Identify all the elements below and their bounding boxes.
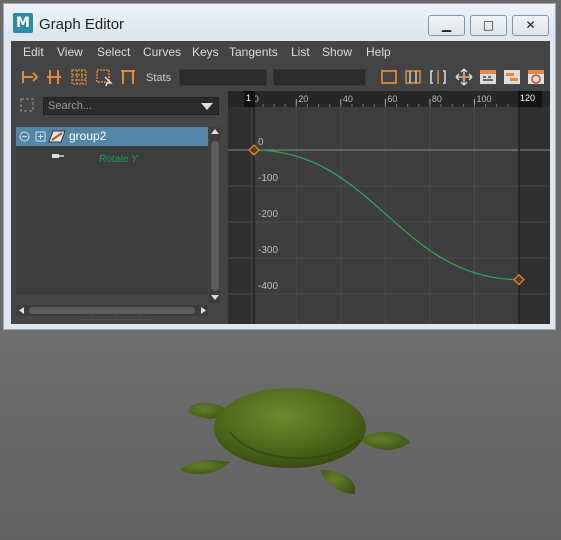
- time-tick-label: 60: [387, 94, 397, 104]
- frame-playback-icon[interactable]: [403, 67, 423, 87]
- maximize-button[interactable]: □: [470, 15, 507, 36]
- value-tick-label: -100: [258, 173, 278, 184]
- graph-view[interactable]: 0 20 40 60 80 100 0 -100 -200 -300 -400 1 120: [228, 91, 550, 324]
- menu-keys[interactable]: Keys: [192, 45, 219, 59]
- toolbar: Stats: [11, 63, 550, 91]
- window-title: Graph Editor: [39, 16, 125, 33]
- center-current-time-icon[interactable]: [428, 67, 448, 87]
- stats-field-2[interactable]: [273, 69, 366, 86]
- stats-label: Stats: [146, 72, 172, 84]
- search-input[interactable]: Search...: [43, 97, 219, 115]
- dope-sheet-icon[interactable]: [478, 67, 498, 87]
- time-tick-label: 80: [432, 94, 442, 104]
- value-tick-label: -200: [258, 209, 278, 220]
- time-editor-icon[interactable]: [526, 67, 546, 87]
- outliner-item-group2[interactable]: group2: [16, 127, 208, 146]
- collapse-icon[interactable]: [19, 131, 30, 142]
- menu-bar: Edit View Select Curves Keys Tangents Li…: [11, 41, 550, 63]
- title-bar[interactable]: M Graph Editor ▁ □ ✕: [4, 4, 555, 37]
- menu-select[interactable]: Select: [97, 45, 130, 59]
- maya-app-icon: M: [13, 13, 33, 33]
- attribute-curve-icon: [52, 154, 64, 158]
- minimize-button[interactable]: ▁: [428, 15, 465, 36]
- value-tick-label: 0: [258, 137, 264, 148]
- value-tick-label: -400: [258, 281, 278, 292]
- close-button[interactable]: ✕: [512, 15, 549, 36]
- region-select-icon[interactable]: [94, 67, 114, 87]
- range-start-label: 1: [246, 93, 251, 103]
- editor-client-area: Edit View Select Curves Keys Tangents Li…: [11, 41, 550, 324]
- move-key-icon[interactable]: [19, 67, 39, 87]
- filter-icon[interactable]: [19, 97, 35, 113]
- retime-icon[interactable]: [118, 67, 138, 87]
- range-end-label: 120: [520, 93, 535, 103]
- horizontal-scroll-thumb[interactable]: [29, 307, 195, 314]
- menu-help[interactable]: Help: [366, 45, 391, 59]
- scroll-left-icon[interactable]: [17, 306, 26, 315]
- outliner-list: group2 Rotate Y: [16, 127, 208, 295]
- menu-view[interactable]: View: [57, 45, 83, 59]
- group-node-icon: [48, 130, 66, 143]
- outliner-panel: Search... group2 Rotate Y: [11, 91, 224, 324]
- frame-all-icon[interactable]: [379, 67, 399, 87]
- value-tick-label: -300: [258, 245, 278, 256]
- menu-edit[interactable]: Edit: [23, 45, 44, 59]
- outliner-horizontal-scrollbar[interactable]: [16, 305, 208, 316]
- lattice-deform-icon[interactable]: [69, 67, 89, 87]
- menu-list[interactable]: List: [291, 45, 310, 59]
- menu-tangents[interactable]: Tangents: [229, 45, 278, 59]
- scroll-up-icon[interactable]: [210, 127, 220, 137]
- splitter-handle[interactable]: [81, 317, 151, 322]
- graph-editor-window: M Graph Editor ▁ □ ✕ Edit View Select Cu…: [3, 3, 556, 330]
- scroll-right-icon[interactable]: [199, 306, 208, 315]
- search-placeholder: Search...: [48, 100, 93, 112]
- curve-graph[interactable]: 0 20 40 60 80 1000-100-200-300-4001 120: [228, 91, 550, 324]
- menu-show[interactable]: Show: [322, 45, 352, 59]
- expand-icon[interactable]: [35, 131, 46, 142]
- move-nearest-icon[interactable]: [454, 67, 474, 87]
- menu-curves[interactable]: Curves: [143, 45, 181, 59]
- outliner-item-label: group2: [69, 129, 107, 143]
- time-tick-label: 40: [343, 94, 353, 104]
- turtle-model[interactable]: [170, 370, 420, 510]
- scroll-down-icon[interactable]: [210, 292, 220, 302]
- insert-key-icon[interactable]: [44, 67, 64, 87]
- time-tick-label: 100: [476, 94, 491, 104]
- outliner-item-rotate-y[interactable]: Rotate Y: [99, 154, 138, 165]
- stats-field-1[interactable]: [179, 69, 267, 86]
- outliner-vertical-scrollbar[interactable]: [210, 127, 220, 303]
- time-tick-label: 20: [298, 94, 308, 104]
- vertical-scroll-thumb[interactable]: [211, 141, 219, 291]
- search-dropdown-icon[interactable]: [201, 103, 213, 110]
- trax-editor-icon[interactable]: [502, 67, 522, 87]
